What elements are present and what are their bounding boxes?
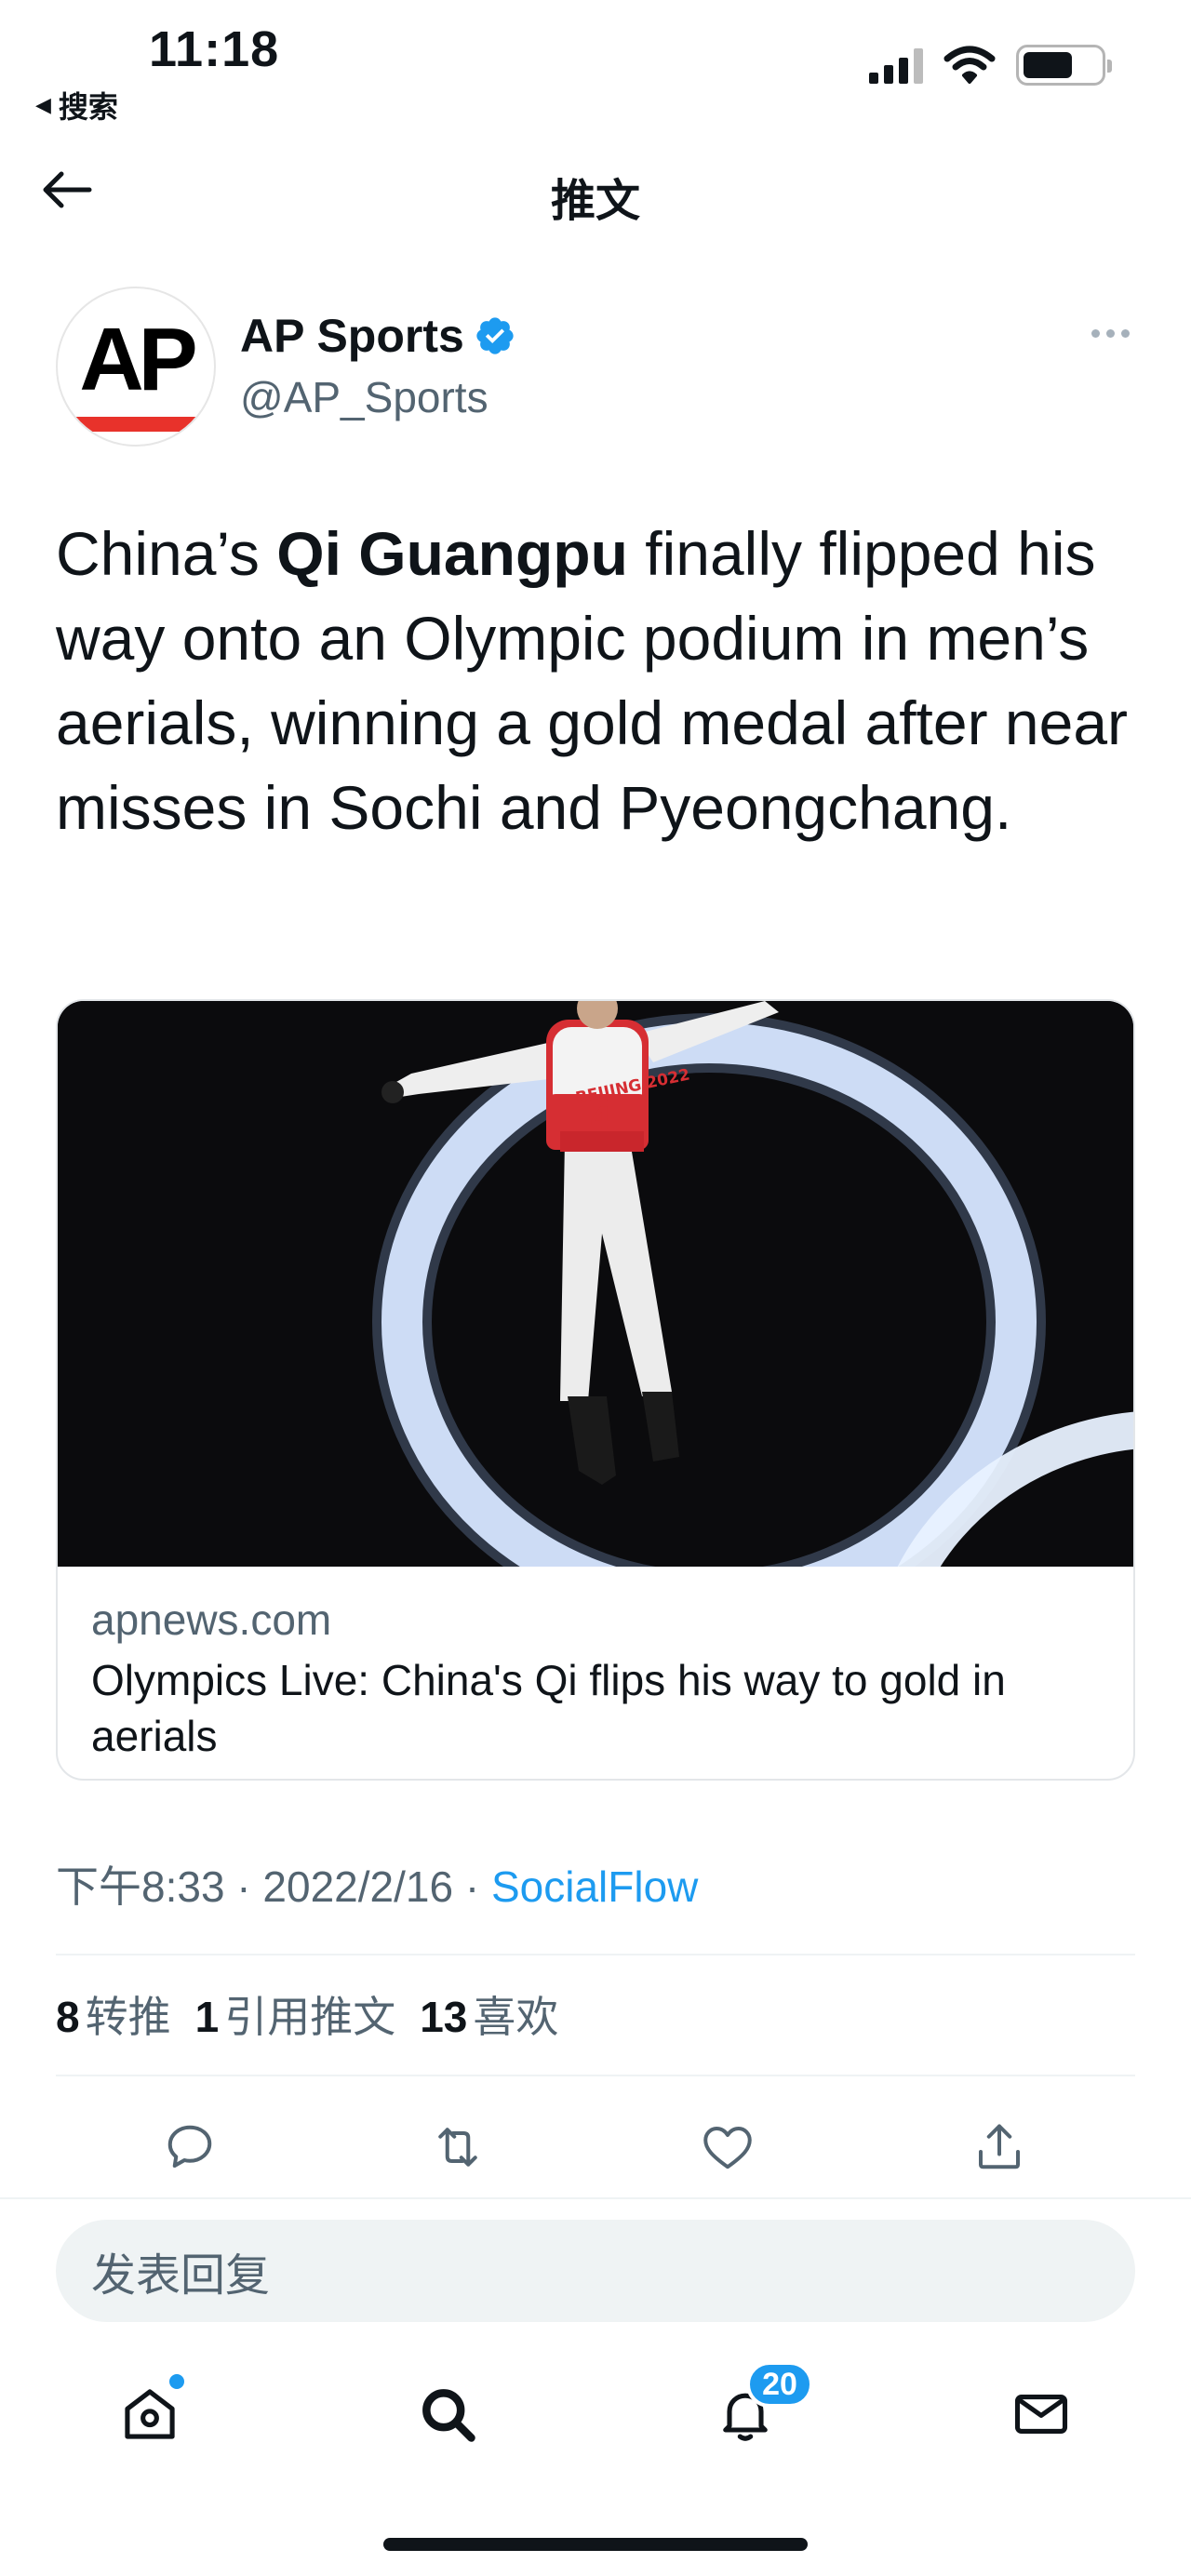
author-name[interactable]: AP Sports — [240, 309, 516, 363]
divider — [56, 2075, 1135, 2076]
share-button[interactable] — [962, 2110, 1037, 2184]
reply-button[interactable] — [153, 2110, 227, 2184]
tab-notifications[interactable]: 20 — [703, 2361, 813, 2456]
mail-icon — [1014, 2395, 1068, 2434]
tweet-actions — [0, 2101, 1191, 2194]
more-options-icon[interactable] — [1091, 329, 1130, 338]
tweet-text-start: China’s — [56, 519, 277, 588]
tweet-text-bold-name[interactable]: Qi Guangpu — [276, 519, 628, 588]
retweets-stat[interactable]: 8 转推 — [56, 1983, 171, 2045]
home-icon — [125, 2389, 175, 2439]
reply-icon — [167, 2125, 212, 2168]
author-handle[interactable]: @AP_Sports — [240, 372, 488, 422]
card-title: Olympics Live: China's Qi flips his way … — [91, 1656, 1006, 1760]
card-image: BEIJING 2022 4 — [58, 1001, 1133, 1567]
link-card[interactable]: BEIJING 2022 4 apnews.com Olympics Live:… — [56, 999, 1135, 1781]
avatar-red-bar — [71, 417, 201, 432]
reply-placeholder: 发表回复 — [91, 2251, 271, 2301]
card-info: apnews.com Olympics Live: China's Qi fli… — [58, 1567, 1133, 1779]
home-indicator[interactable] — [383, 2538, 808, 2551]
top-nav: 推文 — [0, 140, 1191, 242]
divider — [0, 2197, 1191, 2199]
reply-input[interactable]: 发表回复 — [56, 2220, 1135, 2322]
tweet-date: 2022/2/16 — [262, 1862, 454, 1911]
back-triangle-icon: ◀ — [35, 93, 51, 116]
tweet-time: 下午8:33 — [56, 1862, 225, 1911]
bib-number-text: 4 — [590, 1101, 612, 1138]
card-domain: apnews.com — [91, 1595, 332, 1644]
skier-photo: BEIJING 2022 4 — [58, 1001, 1133, 1567]
tweet-author: AP AP Sports @AP_Sports — [56, 287, 1135, 454]
retweet-button[interactable] — [421, 2110, 495, 2184]
quotes-stat[interactable]: 1 引用推文 — [195, 1983, 396, 2045]
cellular-signal-icon — [869, 47, 923, 84]
quotes-count: 1 — [194, 1993, 220, 2041]
tweet-stats: 8 转推 1 引用推文 13 喜欢 — [56, 1983, 558, 2045]
tweet-text: China’s Qi Guangpu finally flipped his w… — [56, 512, 1144, 850]
retweets-label: 转推 — [85, 1993, 171, 2041]
status-icons — [869, 45, 1112, 86]
home-new-dot — [169, 2374, 184, 2389]
back-app-label: 搜索 — [58, 90, 118, 124]
share-icon — [979, 2124, 1020, 2169]
tab-home[interactable] — [108, 2372, 192, 2456]
wifi-icon — [943, 46, 996, 84]
author-name-label: AP Sports — [240, 310, 464, 362]
tweet-source-link[interactable]: SocialFlow — [491, 1862, 698, 1911]
page-title: 推文 — [550, 177, 640, 226]
like-button[interactable] — [690, 2110, 765, 2184]
tab-messages[interactable] — [999, 2372, 1083, 2456]
heart-icon — [703, 2127, 752, 2169]
bottom-tab-bar: 20 — [0, 2361, 1191, 2465]
verified-badge-icon — [476, 317, 514, 354]
status-time: 11:18 — [149, 21, 280, 77]
likes-count: 13 — [420, 1993, 468, 2041]
meta-separator-2: · — [453, 1862, 491, 1911]
retweets-count: 8 — [56, 1993, 80, 2041]
back-to-app-button[interactable]: ◀ 搜索 — [35, 84, 118, 127]
avatar[interactable]: AP — [56, 287, 216, 447]
meta-separator-1: · — [224, 1862, 263, 1911]
notifications-badge: 20 — [746, 2361, 813, 2408]
search-icon — [422, 2389, 475, 2442]
divider — [56, 1954, 1135, 1955]
avatar-logo-text: AP — [79, 310, 197, 409]
quotes-label: 引用推文 — [224, 1993, 396, 2041]
likes-stat[interactable]: 13 喜欢 — [420, 1983, 558, 2045]
battery-icon — [1016, 45, 1112, 86]
retweet-icon — [438, 2128, 477, 2167]
status-bar: 11:18 ◀ 搜索 — [0, 0, 1191, 130]
tweet-meta: 下午8:33 · 2022/2/16 · SocialFlow — [56, 1853, 698, 1915]
tab-search[interactable] — [406, 2372, 489, 2456]
likes-label: 喜欢 — [473, 1993, 559, 2041]
